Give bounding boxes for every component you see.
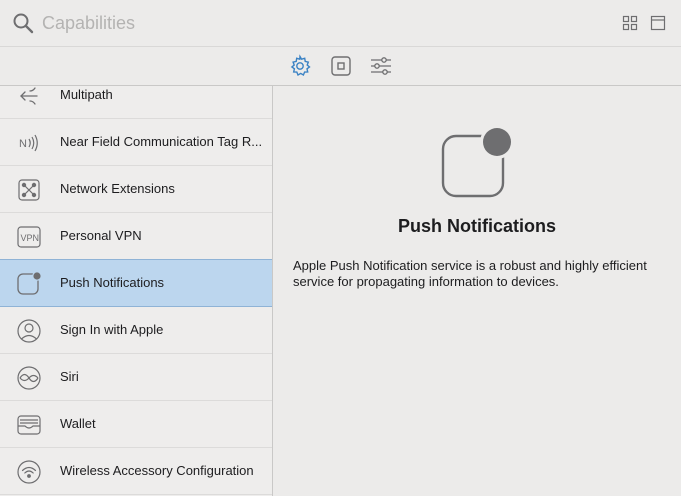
list-item-label: Push Notifications bbox=[60, 275, 165, 290]
tab-capabilities[interactable] bbox=[288, 54, 312, 78]
list-item-label: Multipath bbox=[60, 87, 113, 102]
nfc-icon: N bbox=[16, 130, 42, 156]
push-notifications-icon bbox=[16, 271, 42, 297]
grid-view-icon[interactable] bbox=[622, 15, 638, 31]
list-item-nfc[interactable]: N Near Field Communication Tag R... bbox=[0, 119, 272, 166]
list-item-wireless-accessory[interactable]: Wireless Accessory Configuration bbox=[0, 448, 272, 495]
list-item-sign-in-with-apple[interactable]: Sign In with Apple bbox=[0, 307, 272, 354]
list-item-label: Sign In with Apple bbox=[60, 322, 164, 337]
capabilities-list: Multipath N Near Field Communication Tag… bbox=[0, 86, 272, 495]
detail-description: Apple Push Notification service is a rob… bbox=[293, 258, 647, 289]
siri-icon bbox=[16, 365, 42, 391]
search-input[interactable] bbox=[42, 10, 542, 36]
detail-pane: Push Notifications Apple Push Notificati… bbox=[273, 86, 681, 496]
list-item-multipath[interactable]: Multipath bbox=[0, 86, 272, 119]
tab-bar bbox=[0, 47, 681, 86]
list-item-label: Personal VPN bbox=[60, 228, 142, 243]
list-item-label: Wireless Accessory Configuration bbox=[60, 463, 254, 478]
list-item-push-notifications[interactable]: Push Notifications bbox=[0, 259, 272, 307]
list-item-label: Network Extensions bbox=[60, 181, 175, 196]
list-item-siri[interactable]: Siri bbox=[0, 354, 272, 401]
list-item-network-extensions[interactable]: Network Extensions bbox=[0, 166, 272, 213]
search-icon bbox=[13, 13, 34, 34]
sliders-icon bbox=[371, 57, 391, 75]
list-item-personal-vpn[interactable]: VPN Personal VPN bbox=[0, 213, 272, 260]
list-item-wallet[interactable]: Wallet bbox=[0, 401, 272, 448]
detail-title: Push Notifications bbox=[397, 216, 556, 236]
tab-attributes[interactable] bbox=[369, 54, 393, 78]
square-icon bbox=[331, 56, 351, 76]
svg-text:VPN: VPN bbox=[21, 233, 40, 243]
list-item-label: Wallet bbox=[60, 416, 96, 431]
gear-icon bbox=[290, 54, 311, 77]
push-notifications-icon bbox=[441, 126, 514, 198]
capabilities-sidebar: Multipath N Near Field Communication Tag… bbox=[0, 86, 273, 496]
multipath-icon bbox=[16, 86, 42, 109]
apple-signin-icon bbox=[16, 318, 42, 344]
search-bar bbox=[0, 0, 681, 47]
list-item-label: Near Field Communication Tag R... bbox=[60, 134, 263, 149]
network-extensions-icon bbox=[16, 177, 42, 203]
wallet-icon bbox=[16, 412, 42, 438]
library-icon[interactable] bbox=[650, 15, 666, 31]
list-item-label: Siri bbox=[60, 369, 79, 384]
vpn-icon: VPN bbox=[16, 224, 42, 250]
svg-text:N: N bbox=[19, 138, 27, 150]
wifi-icon bbox=[16, 459, 42, 485]
tab-objects[interactable] bbox=[329, 54, 353, 78]
